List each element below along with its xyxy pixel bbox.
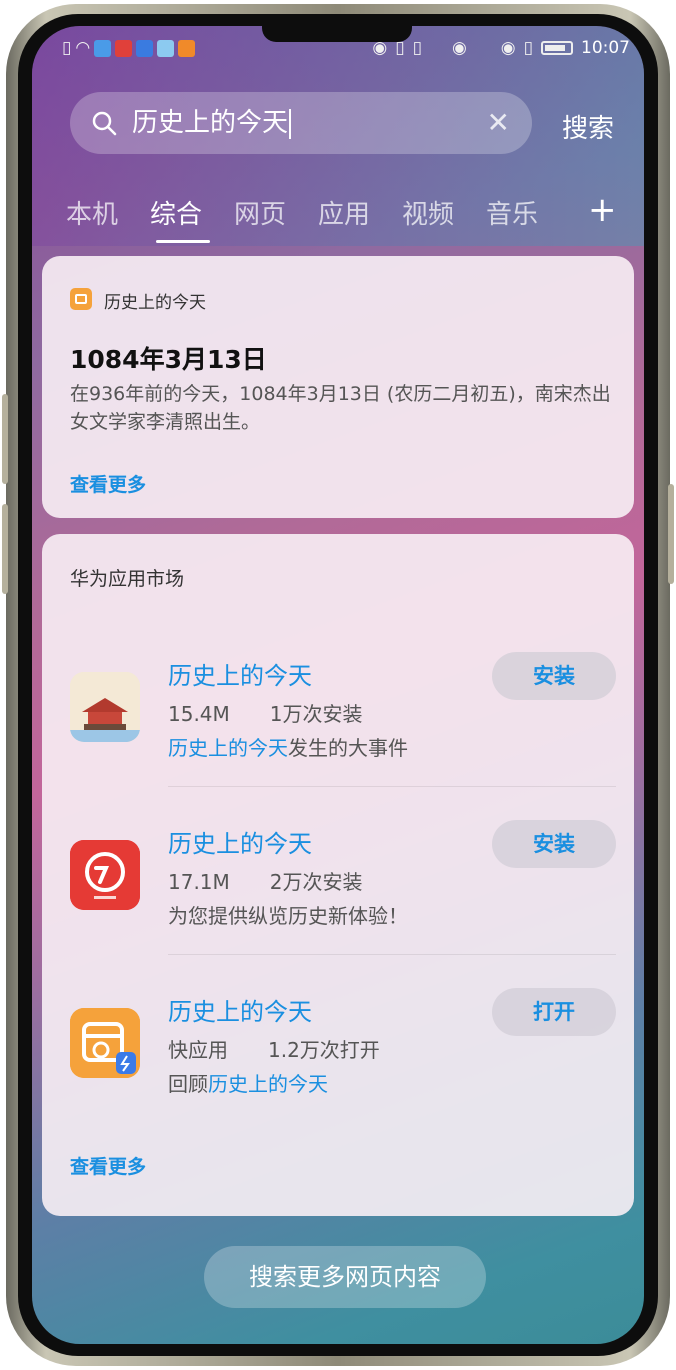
eye-comfort-icon: ◉ xyxy=(500,38,516,58)
earpiece xyxy=(262,26,412,42)
mail-icon xyxy=(157,39,175,57)
app-icon xyxy=(70,1008,140,1078)
app-downloads: 2万次安装 xyxy=(269,870,363,894)
desc-highlight: 历史上的今天 xyxy=(208,1072,328,1096)
app-downloads: 1万次安装 xyxy=(269,702,363,726)
desc-text: 发生的大事件 xyxy=(288,736,408,760)
app-description: 为您提供纵览历史新体验！ xyxy=(168,904,408,928)
palace-illustration-icon xyxy=(70,672,140,742)
browser-icon xyxy=(94,39,112,57)
desc-prefix: 回顾 xyxy=(168,1072,208,1096)
app-description: 回顾历史上的今天 xyxy=(168,1068,328,1097)
search-bar[interactable]: 历史上的今天 ✕ xyxy=(70,92,532,154)
tab-all[interactable]: 综合 xyxy=(150,194,202,231)
side-button xyxy=(668,484,674,584)
search-button[interactable]: 搜索 xyxy=(562,108,614,145)
app-result[interactable]: 历史上的今天 快应用 1.2万次打开 回顾历史上的今天 打开 xyxy=(42,988,634,1138)
history-logo-icon xyxy=(70,840,140,910)
see-more-link[interactable]: 查看更多 xyxy=(70,470,146,497)
search-icon xyxy=(92,111,117,136)
tab-web[interactable]: 网页 xyxy=(234,194,286,231)
status-time: 10:07 xyxy=(581,38,630,58)
volume-button xyxy=(2,394,8,484)
screen: ▯ ◠ ◉ ▯ ▯ ◉ ◉ ▯ 10:07 历史上的今天 ✕ 搜索 本机 综合 xyxy=(32,26,644,1344)
sim-card-icon: ▯ xyxy=(62,38,72,58)
status-right-icons: ◉ ▯ ▯ ◉ ◉ ▯ 10:07 xyxy=(372,38,630,58)
app-icon xyxy=(70,840,140,910)
shield-icon xyxy=(178,39,196,57)
app-type: 快应用 xyxy=(168,1038,228,1062)
eye-comfort-icon: ◉ xyxy=(451,38,467,58)
app-meta: 17.1M 2万次安装 xyxy=(168,866,403,895)
clear-icon[interactable]: ✕ xyxy=(487,108,510,138)
app-meta: 15.4M 1万次安装 xyxy=(168,698,403,727)
search-query: 历史上的今天 xyxy=(132,108,289,138)
power-button xyxy=(2,504,8,594)
app-size: 17.1M xyxy=(168,870,230,894)
calendar-icon xyxy=(70,288,92,310)
calendar-clock-icon xyxy=(70,1008,140,1078)
app-icon xyxy=(70,672,140,742)
text-cursor xyxy=(289,108,292,139)
history-card[interactable]: 历史上的今天 1084年3月13日 在936年前的今天，1084年3月13日 (… xyxy=(42,256,634,518)
install-button[interactable]: 安装 xyxy=(492,652,616,700)
app-result[interactable]: 历史上的今天 15.4M 1万次安装 历史上的今天发生的大事件 安装 xyxy=(42,652,634,802)
search-more-web-button[interactable]: 搜索更多网页内容 xyxy=(204,1246,486,1308)
app-name: 历史上的今天 xyxy=(168,998,312,1026)
battery-icon xyxy=(541,41,573,55)
tab-video[interactable]: 视频 xyxy=(402,194,454,231)
category-tabs: 本机 综合 网页 应用 视频 音乐 + xyxy=(32,190,644,244)
app-size: 15.4M xyxy=(168,702,230,726)
open-button[interactable]: 打开 xyxy=(492,988,616,1036)
status-left-icons: ▯ ◠ xyxy=(62,38,196,58)
vibrate-icon: ▯ xyxy=(412,38,422,58)
tab-apps[interactable]: 应用 xyxy=(318,194,370,231)
card-source: 历史上的今天 xyxy=(104,293,206,313)
red-app-icon xyxy=(115,39,133,57)
app-opens: 1.2万次打开 xyxy=(268,1038,380,1062)
active-tab-indicator xyxy=(156,240,210,243)
desc-highlight: 历史上的今天 xyxy=(168,736,288,760)
install-button[interactable]: 安装 xyxy=(492,820,616,868)
search-input[interactable]: 历史上的今天 xyxy=(132,106,292,140)
divider xyxy=(168,954,616,955)
app-description: 历史上的今天发生的大事件 xyxy=(168,732,408,761)
section-title: 华为应用市场 xyxy=(70,568,185,590)
app-market-card: 华为应用市场 历史上的今天 15.4M 1万次安装 历史上的今天发生的大事件 安装 xyxy=(42,534,634,1216)
event-date: 1084年3月13日 xyxy=(70,345,267,374)
divider xyxy=(168,786,616,787)
add-tab-icon[interactable]: + xyxy=(588,190,617,230)
see-more-link[interactable]: 查看更多 xyxy=(70,1152,146,1179)
app-meta: 快应用 1.2万次打开 xyxy=(168,1034,420,1063)
blue-app-icon xyxy=(136,39,154,57)
app-name: 历史上的今天 xyxy=(168,830,312,858)
wifi-icon: ◠ xyxy=(75,38,91,58)
app-name: 历史上的今天 xyxy=(168,662,312,690)
app-result[interactable]: 历史上的今天 17.1M 2万次安装 为您提供纵览历史新体验！ 安装 xyxy=(42,820,634,970)
event-description: 在936年前的今天，1084年3月13日 (农历二月初五)，南宋杰出女文学家李清… xyxy=(70,383,611,433)
tab-local[interactable]: 本机 xyxy=(66,194,118,231)
tab-music[interactable]: 音乐 xyxy=(486,194,538,231)
vibrate-icon: ▯ xyxy=(523,38,533,58)
